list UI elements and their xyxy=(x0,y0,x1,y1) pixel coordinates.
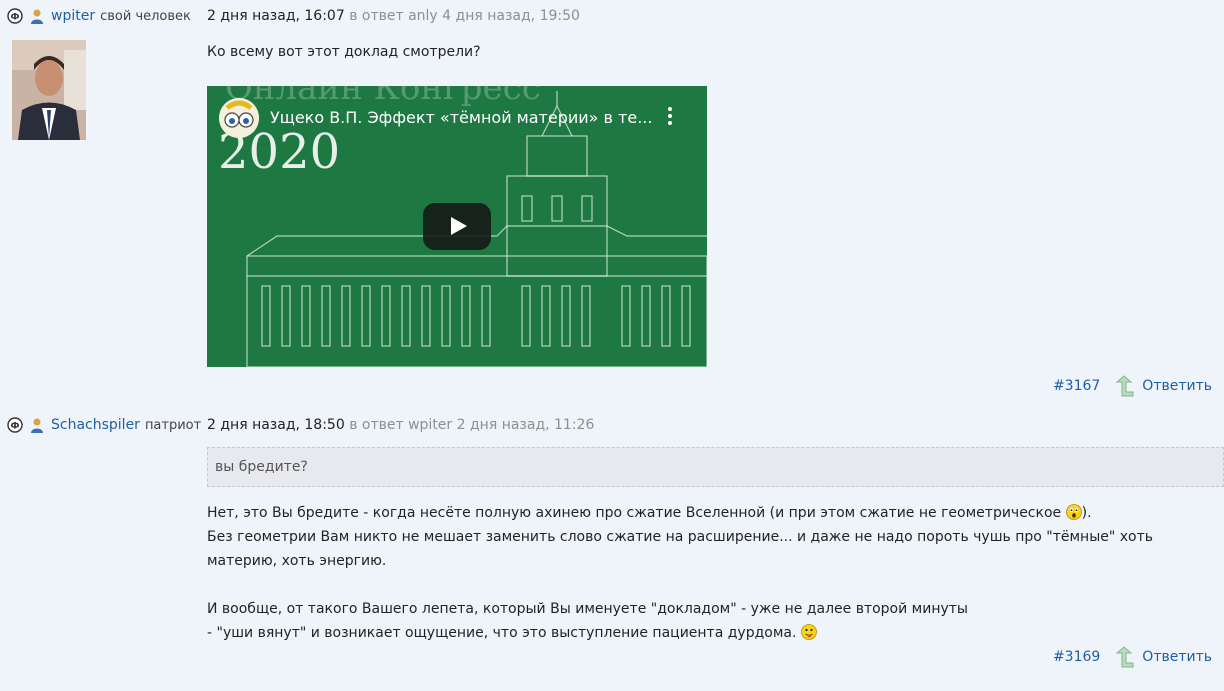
rank-badge-icon: Ф xyxy=(7,417,23,433)
video-title[interactable]: Ущеко В.П. Эффект «тёмной материи» в те.… xyxy=(270,108,652,127)
user-icon xyxy=(29,8,45,24)
comment-author: Ф wpiter свой человек xyxy=(7,8,191,24)
author-name-link[interactable]: wpiter xyxy=(51,8,95,24)
comment-permalink[interactable]: #3169 xyxy=(1053,649,1100,665)
tongue-smiley-icon xyxy=(800,624,817,640)
comment-line: Нет, это Вы бредите - когда несёте полну… xyxy=(207,501,1212,525)
reply-arrow-icon xyxy=(1115,375,1134,397)
comment-meta: 2 дня назад, 18:50 в ответ wpiter 2 дня … xyxy=(207,417,594,433)
comment-post: Ф wpiter свой человек 2 дня назад, 16:07… xyxy=(0,0,1224,409)
author-status: свой человек xyxy=(100,8,191,24)
comment-permalink[interactable]: #3167 xyxy=(1053,378,1100,394)
avatar[interactable] xyxy=(12,40,86,140)
user-icon xyxy=(29,417,45,433)
quote-block: вы бредите? xyxy=(207,447,1224,487)
reply-button[interactable]: Ответить xyxy=(1114,646,1212,668)
comment-text: И вообще, от такого Вашего лепета, котор… xyxy=(207,601,968,617)
author-name-link[interactable]: Schachspiler xyxy=(51,417,140,433)
quote-text: вы бредите? xyxy=(215,459,308,475)
empty-line xyxy=(207,573,1212,597)
reply-to-link[interactable]: в ответ anly 4 дня назад, 19:50 xyxy=(349,8,580,24)
comment-text: - "уши вянут" и возникает ощущение, что … xyxy=(207,625,797,641)
reply-to-link[interactable]: в ответ wpiter 2 дня назад, 11:26 xyxy=(349,417,594,433)
rank-badge-icon: Ф xyxy=(7,8,23,24)
comment-text: Ко всему вот этот доклад смотрели? xyxy=(207,44,481,60)
reply-label: Ответить xyxy=(1142,649,1212,665)
reply-arrow-icon xyxy=(1115,646,1134,668)
comment-line: - "уши вянут" и возникает ощущение, что … xyxy=(207,621,1212,645)
comment-time: 2 дня назад, 16:07 xyxy=(207,8,345,24)
play-button[interactable] xyxy=(423,203,491,250)
shocked-smiley-icon xyxy=(1065,504,1082,520)
video-bg-title: Онлайн Конгресс xyxy=(225,86,541,108)
channel-avatar-icon[interactable] xyxy=(219,98,259,138)
comment-actions: #3169 Ответить xyxy=(1053,646,1212,668)
comment-text: Нет, это Вы бредите - когда несёте полну… xyxy=(207,505,1062,521)
reply-button[interactable]: Ответить xyxy=(1114,375,1212,397)
comment-body: Ко всему вот этот доклад смотрели? xyxy=(207,40,1212,64)
comment-actions: #3167 Ответить xyxy=(1053,375,1212,397)
more-options-icon[interactable] xyxy=(665,106,675,126)
comment-time: 2 дня назад, 18:50 xyxy=(207,417,345,433)
comment-meta: 2 дня назад, 16:07 в ответ anly 4 дня на… xyxy=(207,8,580,24)
comment-post: Ф Schachspiler патриот 2 дня назад, 18:5… xyxy=(0,409,1224,691)
svg-text:Ф: Ф xyxy=(11,422,20,432)
comment-text: ). xyxy=(1081,505,1092,521)
video-embed[interactable]: Онлайн Конгресс 2020 Ущеко В.П. Эффект «… xyxy=(207,86,707,367)
comment-body: Нет, это Вы бредите - когда несёте полну… xyxy=(207,501,1212,645)
comment-text: Без геометрии Вам никто не мешает замени… xyxy=(207,529,1154,569)
reply-label: Ответить xyxy=(1142,378,1212,394)
author-status: патриот xyxy=(144,417,202,433)
comment-author: Ф Schachspiler патриот xyxy=(7,417,201,433)
svg-text:Ф: Ф xyxy=(11,13,20,23)
